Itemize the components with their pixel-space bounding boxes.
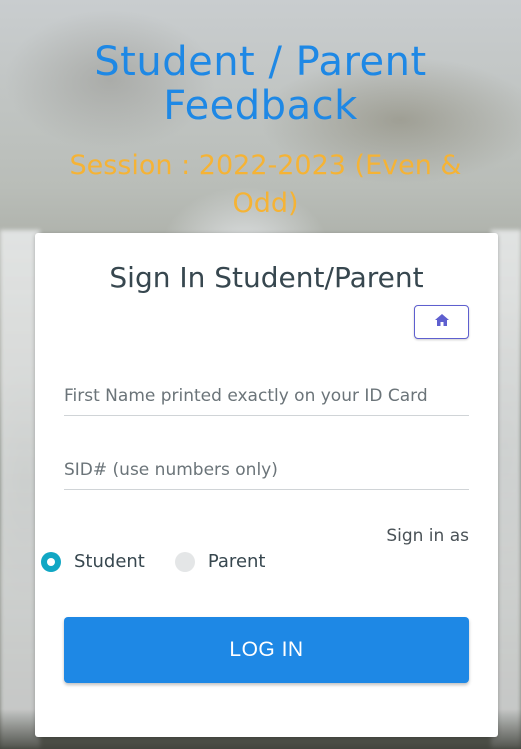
- radio-parent-label: Parent: [207, 551, 266, 572]
- login-page: Student / Parent Feedback Session : 2022…: [0, 0, 521, 749]
- radio-parent-indicator[interactable]: [174, 551, 195, 572]
- sign-in-card: Sign In Student/Parent Sign in as Studen…: [35, 233, 498, 737]
- home-icon: [434, 313, 449, 331]
- home-button[interactable]: [414, 305, 469, 339]
- role-radio-group: Student Parent: [41, 551, 295, 572]
- radio-student-label: Student: [74, 551, 145, 572]
- background-pillar-left: [0, 230, 40, 749]
- session-text-line2: Odd): [232, 188, 299, 219]
- page-title-line1: Student / Parent: [94, 39, 427, 85]
- sign-in-as-label: Sign in as: [386, 526, 469, 546]
- first-name-input[interactable]: [64, 376, 469, 416]
- card-title: Sign In Student/Parent: [109, 261, 424, 294]
- radio-parent[interactable]: Parent: [174, 551, 266, 572]
- login-button[interactable]: LOG IN: [64, 617, 469, 683]
- page-title-line2: Feedback: [163, 83, 358, 129]
- session-text-line1: Session : 2022-2023 (Even &: [69, 150, 462, 181]
- sid-input[interactable]: [64, 450, 469, 490]
- session-text: Session : 2022-2023 (Even & Odd): [20, 147, 511, 223]
- radio-student[interactable]: Student: [41, 551, 145, 572]
- page-title: Student / Parent Feedback: [0, 40, 521, 128]
- radio-student-indicator[interactable]: [41, 551, 61, 572]
